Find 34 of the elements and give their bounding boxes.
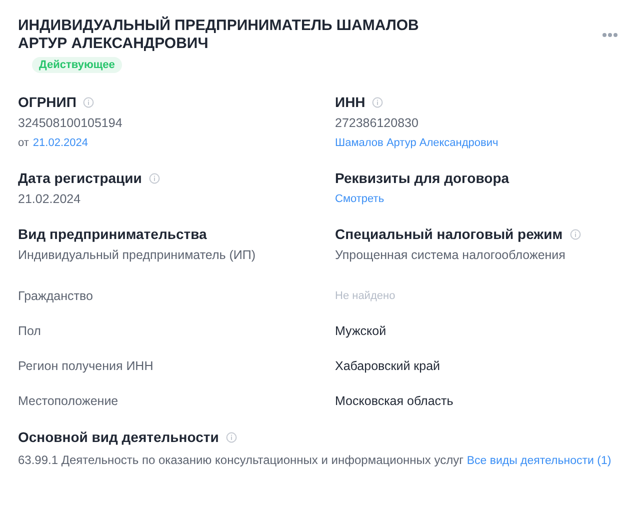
section-value: Индивидуальный предприниматель (ИП): [18, 247, 256, 263]
fact-label: Гражданство: [18, 288, 94, 305]
section-value: Упрощенная система налогообложения: [335, 247, 566, 263]
status-badge: Действующее: [32, 57, 122, 73]
section-heading: Вид предпринимательства: [18, 225, 207, 243]
section-value: 272386120830: [335, 115, 418, 131]
link[interactable]: 21.02.2024: [32, 135, 88, 151]
section-heading: ОГРНИП: [18, 93, 76, 111]
section-heading: Основной вид деятельности: [18, 428, 219, 446]
section-heading: Специальный налоговый режим: [335, 225, 563, 243]
info-icon[interactable]: [83, 96, 94, 108]
info-icon[interactable]: [372, 96, 384, 108]
section-heading: Дата регистрации: [18, 169, 142, 187]
info-icon[interactable]: [148, 172, 160, 184]
section-value: 324508100105194: [18, 115, 122, 131]
fact-value: Хабаровский край: [335, 358, 442, 375]
fact-value: Мужской: [335, 323, 388, 340]
info-icon[interactable]: [570, 228, 581, 240]
fact-value: Московская область: [335, 393, 454, 410]
link[interactable]: Смотреть: [335, 191, 384, 207]
section-value: от: [18, 136, 29, 151]
link[interactable]: Шамалов Артур Александрович: [335, 135, 498, 151]
fact-label: Местоположение: [18, 393, 120, 410]
fact-label: Пол: [18, 323, 42, 340]
activity-description: 63.99.1 Деятельность по оказанию консультационных и информационных услуг Все виды деятельности (1): [18, 452, 612, 469]
section-value: 21.02.2024: [18, 191, 81, 207]
fact-value: Не найдено: [335, 289, 396, 304]
info-icon[interactable]: [226, 432, 237, 442]
company-title: ИНДИВИДУАЛЬНЫЙ ПРЕДПРИНИМАТЕЛЬ ШАМАЛОВ АРТУР АЛЕКСАНДРОВИЧ: [18, 17, 420, 53]
more-icon[interactable]: [602, 32, 618, 38]
section-heading: ИНН: [335, 93, 366, 111]
section-heading: Реквизиты для договора: [335, 169, 510, 187]
all-activities-link[interactable]: Все виды деятельности (1): [466, 455, 612, 467]
fact-label: Регион получения ИНН: [18, 358, 154, 375]
